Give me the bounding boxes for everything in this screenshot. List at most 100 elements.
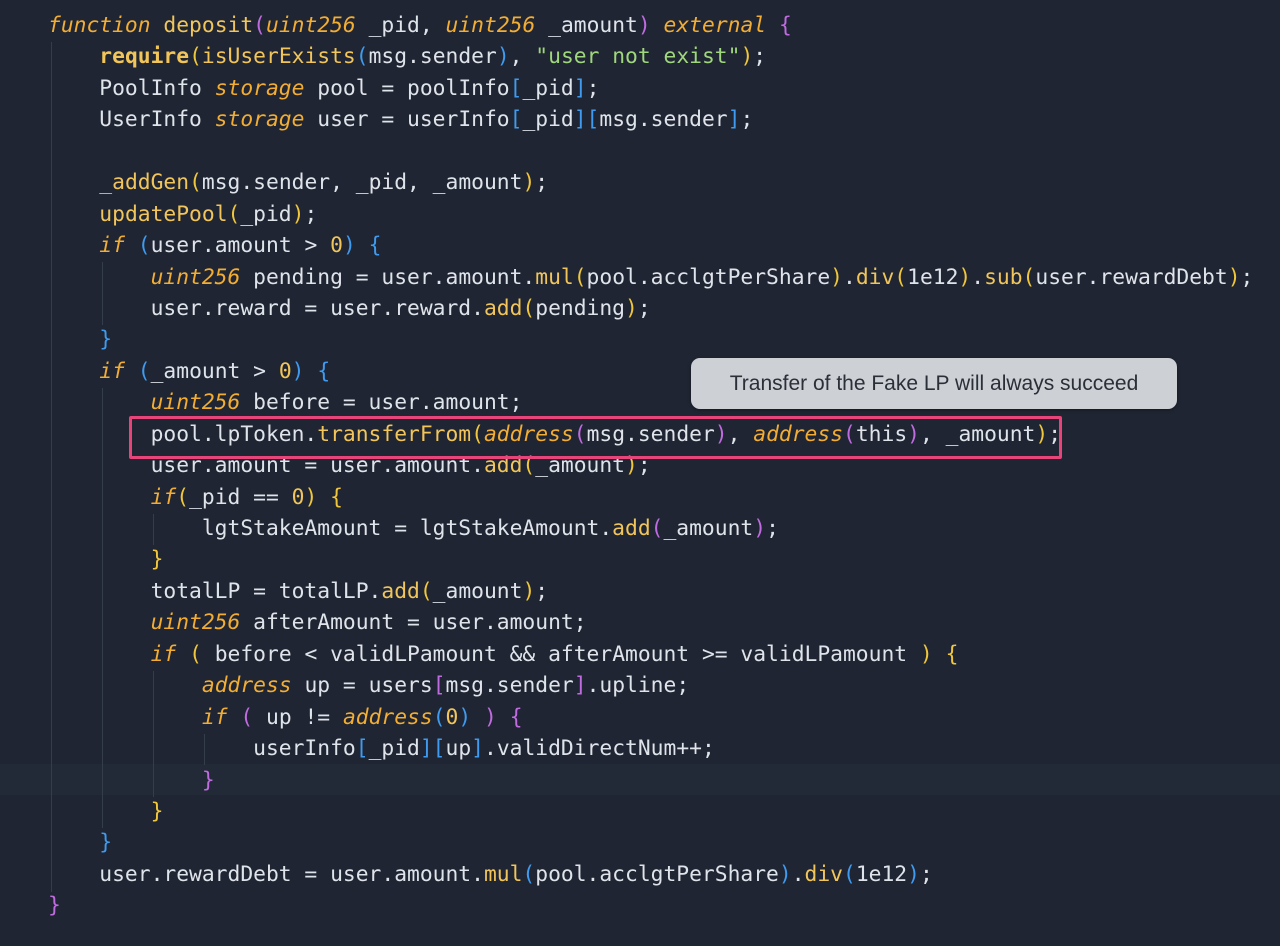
- code-token: }: [150, 798, 164, 824]
- code-line[interactable]: }: [48, 796, 1253, 827]
- code-line[interactable]: totalLP = totalLP.add(_amount);: [48, 576, 1253, 607]
- code-token: .validDirectNum++;: [484, 736, 715, 762]
- code-token: ;: [740, 107, 754, 133]
- code-token: msg.sender: [368, 44, 497, 70]
- code-token: if: [150, 641, 177, 667]
- code-line[interactable]: require(isUserExists(msg.sender), "user …: [48, 41, 1253, 72]
- code-line[interactable]: address up = users[msg.sender].upline;: [48, 670, 1253, 701]
- code-token: user.rewardDebt = user.amount.: [48, 861, 484, 887]
- code-line[interactable]: if ( up != address(0) ) {: [48, 702, 1253, 733]
- code-token: external: [663, 13, 767, 38]
- code-token: ]: [573, 673, 587, 699]
- code-token: {: [778, 13, 792, 38]
- code-token: storage: [214, 107, 305, 133]
- code-token: ): [919, 641, 933, 667]
- code-token: _amount: [432, 578, 523, 604]
- code-token: uint256: [150, 264, 241, 290]
- code-token: pool.acclgtPerShare: [535, 861, 779, 887]
- code-token: mul: [535, 264, 574, 290]
- code-token: PoolInfo: [48, 75, 215, 101]
- code-token: (: [189, 44, 202, 70]
- code-block[interactable]: function deposit(uint256 _pid, uint256 _…: [48, 10, 1253, 922]
- code-token: .: [791, 861, 805, 887]
- code-line[interactable]: PoolInfo storage pool = poolInfo[_pid];: [48, 73, 1253, 104]
- code-token: (: [522, 861, 536, 887]
- code-line[interactable]: UserInfo storage user = userInfo[_pid][m…: [48, 104, 1253, 135]
- code-token: 0: [278, 358, 292, 384]
- code-line[interactable]: [48, 136, 1253, 167]
- code-token: (: [522, 295, 536, 321]
- code-token: ): [1227, 264, 1241, 290]
- code-line[interactable]: user.reward = user.reward.add(pending);: [48, 293, 1253, 324]
- code-token: uint256: [150, 610, 241, 636]
- code-line[interactable]: lgtStakeAmount = lgtStakeAmount.add(_amo…: [48, 513, 1253, 544]
- code-line[interactable]: _addGen(msg.sender, _pid, _amount);: [48, 167, 1253, 198]
- code-token: }: [150, 547, 164, 573]
- code-token: uint256: [150, 390, 241, 416]
- code-token: mul: [483, 861, 523, 887]
- code-line[interactable]: }: [48, 544, 1253, 575]
- code-editor[interactable]: function deposit(uint256 _pid, uint256 _…: [0, 0, 1280, 946]
- code-token: (: [1022, 264, 1036, 290]
- code-token: ;: [753, 44, 767, 70]
- code-token: ]: [727, 107, 741, 133]
- code-token: _amount: [535, 13, 638, 38]
- code-line[interactable]: }: [48, 827, 1253, 858]
- code-token: _pid ==: [189, 484, 292, 510]
- code-line[interactable]: updatePool(_pid);: [48, 199, 1253, 230]
- code-line[interactable]: user.rewardDebt = user.amount.mul(pool.a…: [48, 859, 1253, 890]
- code-token: ): [637, 13, 651, 38]
- code-token: 0: [291, 484, 305, 510]
- code-line[interactable]: if(_pid == 0) {: [48, 482, 1253, 513]
- code-token: afterAmount = user.amount;: [240, 610, 587, 636]
- code-line[interactable]: }: [48, 324, 1253, 355]
- code-token: ;: [766, 516, 779, 541]
- code-token: _pid: [368, 736, 420, 762]
- code-token: _amount: [663, 516, 754, 541]
- code-line[interactable]: if ( before < validLPamount && afterAmou…: [48, 639, 1253, 670]
- code-token: (: [227, 201, 241, 227]
- code-token: 1e12: [907, 264, 959, 290]
- code-token: [: [509, 107, 523, 133]
- code-token: sub: [984, 264, 1023, 290]
- code-line[interactable]: }: [48, 765, 1253, 796]
- code-token: _addGen: [99, 170, 190, 196]
- code-token: }: [99, 327, 113, 353]
- code-token: user.rewardDebt: [1035, 264, 1228, 290]
- code-line[interactable]: }: [48, 890, 1253, 921]
- code-line[interactable]: function deposit(uint256 _pid, uint256 _…: [48, 10, 1253, 41]
- code-token: ): [304, 484, 318, 510]
- code-token: add: [483, 295, 523, 321]
- code-token: (: [355, 44, 369, 70]
- code-token: ): [522, 170, 536, 196]
- code-line[interactable]: if (user.amount > 0) {: [48, 230, 1253, 261]
- code-line[interactable]: userInfo[_pid][up].validDirectNum++;: [48, 733, 1253, 764]
- code-token: (: [573, 264, 587, 290]
- code-token: 1e12: [855, 861, 908, 887]
- code-token: ): [291, 358, 305, 384]
- code-token: if: [150, 484, 177, 510]
- code-token: .: [843, 264, 856, 290]
- code-line[interactable]: uint256 pending = user.amount.mul(pool.a…: [48, 262, 1254, 293]
- code-token: (: [189, 641, 202, 667]
- code-token: require: [99, 44, 190, 70]
- code-token: ): [291, 201, 305, 227]
- code-token: ;: [304, 201, 318, 227]
- code-token: (: [432, 704, 446, 730]
- code-token: pending = user.amount.: [240, 264, 536, 290]
- code-line[interactable]: uint256 afterAmount = user.amount;: [48, 607, 1253, 638]
- code-token: user = userInfo: [304, 107, 510, 133]
